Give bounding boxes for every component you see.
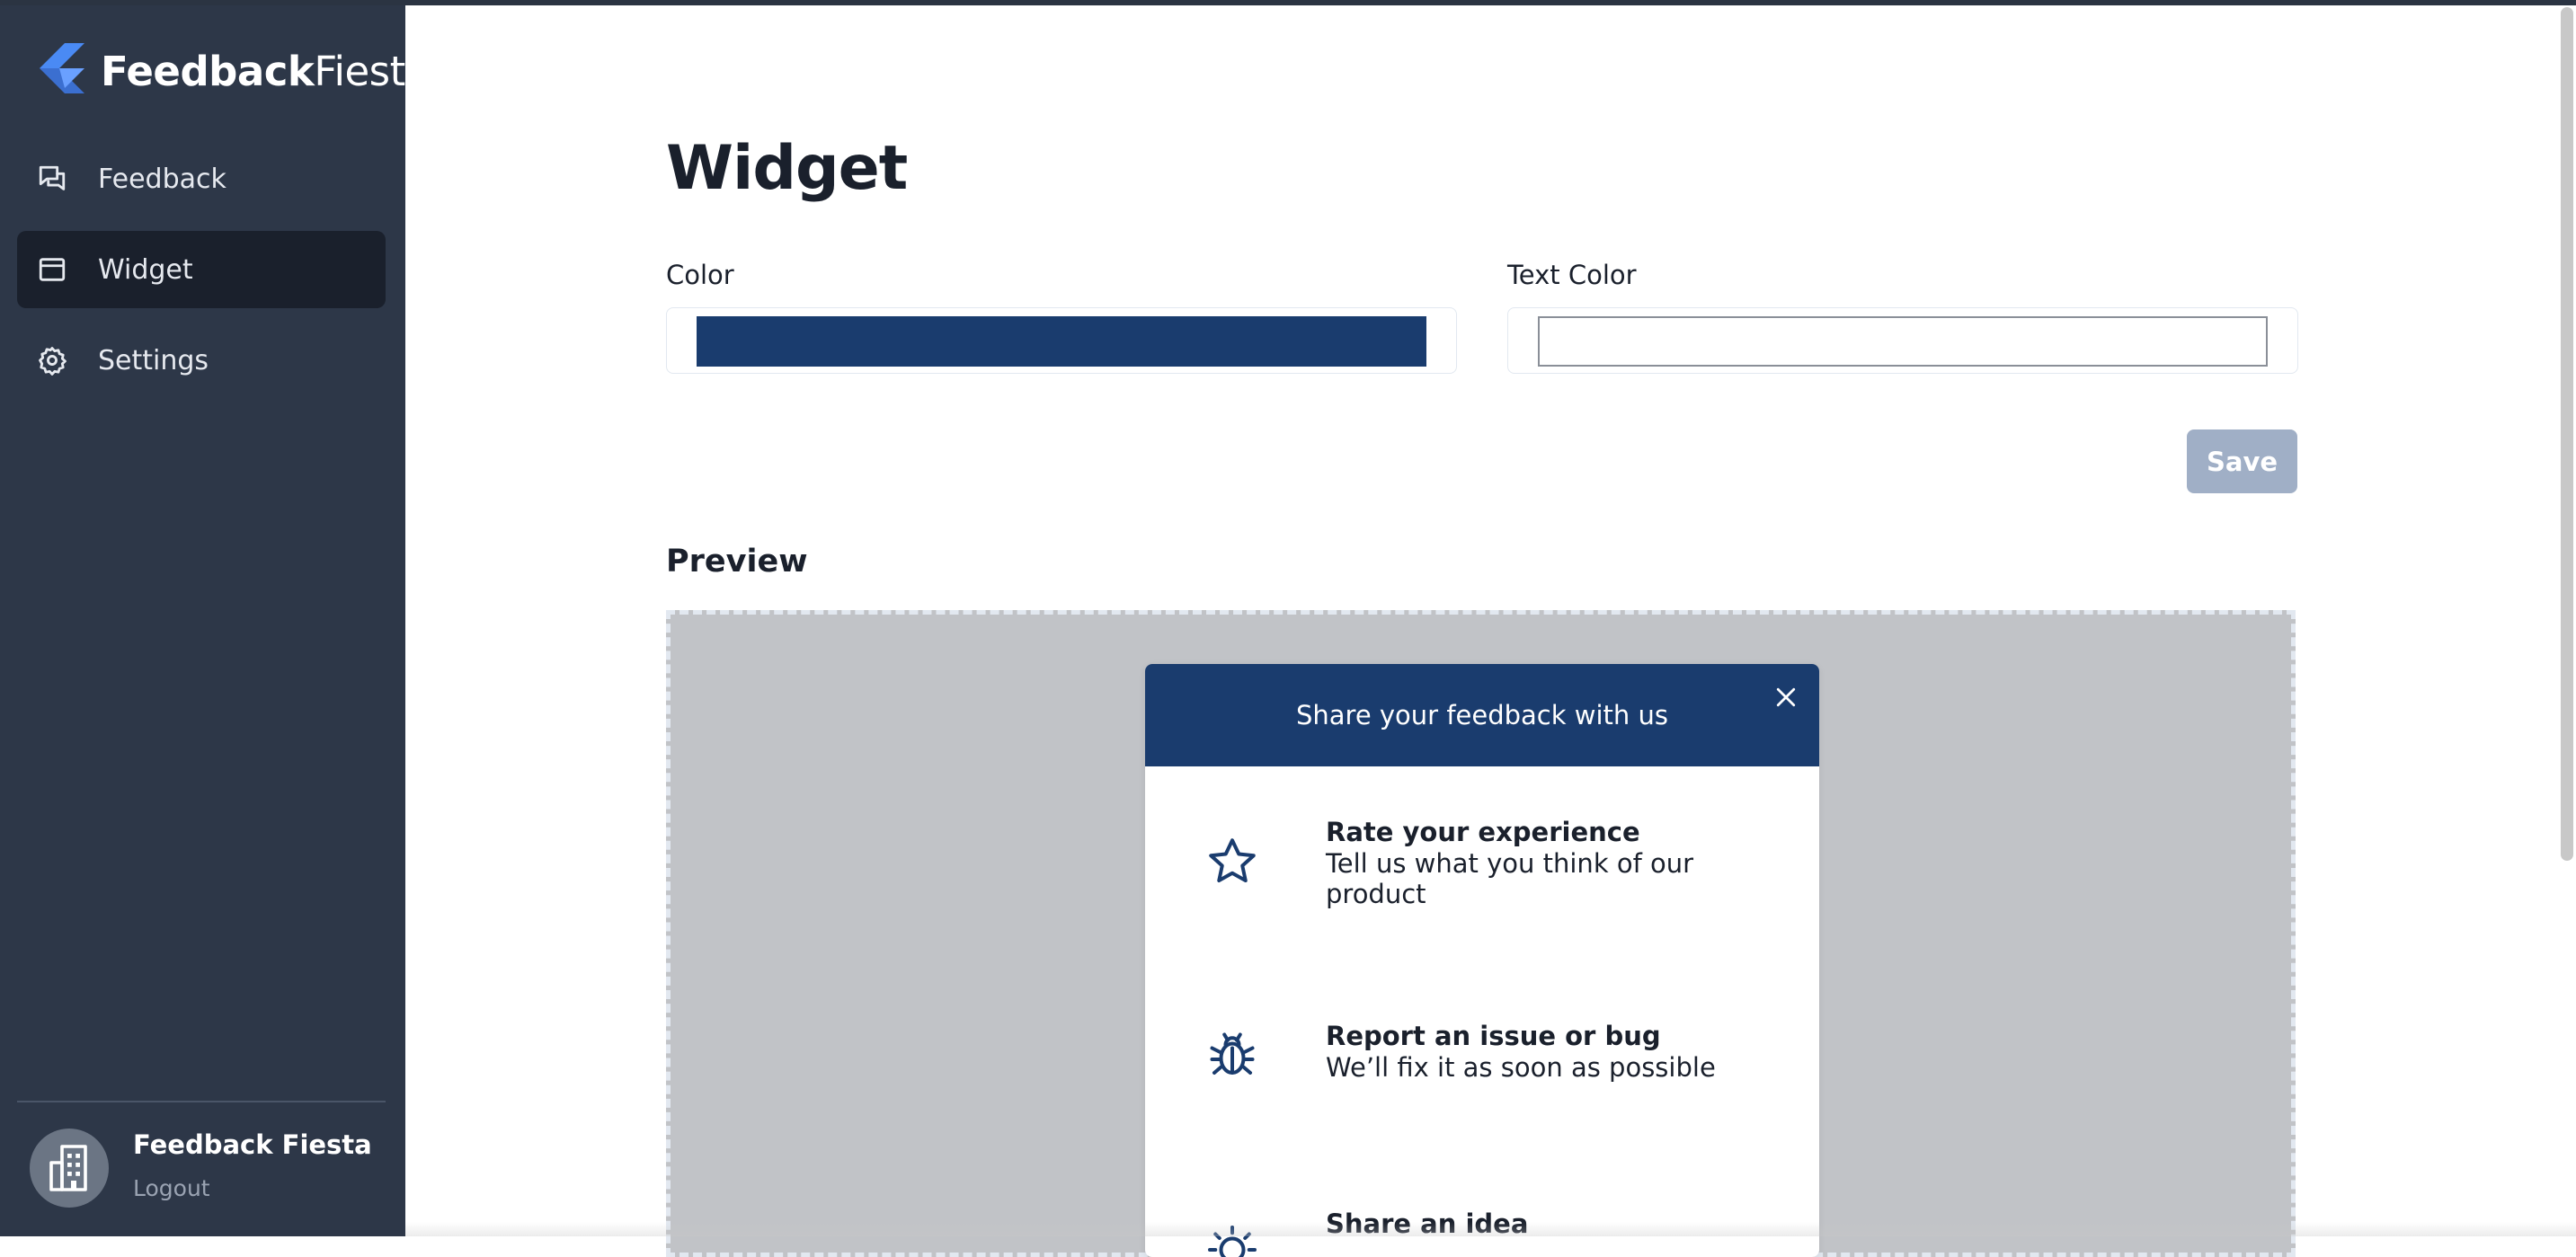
chat-bubbles-icon [36, 163, 68, 195]
page-title: Widget [666, 133, 907, 204]
building-icon [47, 1143, 92, 1193]
widget-option-rate[interactable]: Rate your experience Tell us what you th… [1145, 817, 1819, 925]
preview-title: Preview [666, 544, 808, 580]
color-label: Color [666, 260, 734, 290]
page-scrollbar[interactable] [2561, 7, 2573, 861]
save-button[interactable]: Save [2187, 429, 2297, 493]
star-icon [1205, 835, 1259, 889]
avatar[interactable] [30, 1129, 109, 1208]
text-color-label: Text Color [1507, 260, 1637, 290]
close-icon[interactable] [1772, 684, 1799, 711]
lightning-logo-icon [38, 41, 88, 101]
top-border [0, 0, 2576, 5]
sidebar-divider [17, 1101, 386, 1102]
option-description: Tell us what you think of our product [1326, 848, 1748, 909]
text-color-swatch[interactable] [1538, 316, 2268, 367]
sidebar-item-label: Settings [98, 345, 209, 376]
widget-option-bug[interactable]: Report an issue or bug We’ll fix it as s… [1145, 1021, 1819, 1093]
brand-logo[interactable]: FeedbackFiesta [38, 41, 430, 101]
widget-header: Share your feedback with us [1145, 664, 1819, 766]
logout-link[interactable]: Logout [133, 1175, 210, 1201]
option-title: Report an issue or bug [1326, 1021, 1661, 1051]
account-name: Feedback Fiesta [133, 1129, 372, 1160]
option-description: We’ll fix it as soon as possible [1326, 1052, 1748, 1083]
bug-icon [1205, 1028, 1259, 1082]
sidebar-item-label: Feedback [98, 164, 227, 195]
gear-icon [36, 344, 68, 376]
option-title: Rate your experience [1326, 817, 1640, 847]
text-color-picker[interactable] [1507, 307, 2298, 374]
color-swatch[interactable] [697, 316, 1426, 367]
sidebar: FeedbackFiesta Feedback Widget Settings [0, 0, 405, 1236]
widget-header-text: Share your feedback with us [1296, 700, 1668, 730]
feedback-widget-preview: Share your feedback with us Rate your ex… [1145, 664, 1819, 1257]
bottom-shadow [405, 1222, 2576, 1236]
sidebar-item-label: Widget [98, 254, 193, 286]
window-icon [36, 253, 68, 286]
sidebar-item-feedback[interactable]: Feedback [17, 140, 386, 217]
sidebar-item-settings[interactable]: Settings [17, 322, 386, 399]
sidebar-item-widget[interactable]: Widget [17, 231, 386, 308]
brand-name: FeedbackFiesta [101, 48, 430, 95]
color-picker[interactable] [666, 307, 1457, 374]
